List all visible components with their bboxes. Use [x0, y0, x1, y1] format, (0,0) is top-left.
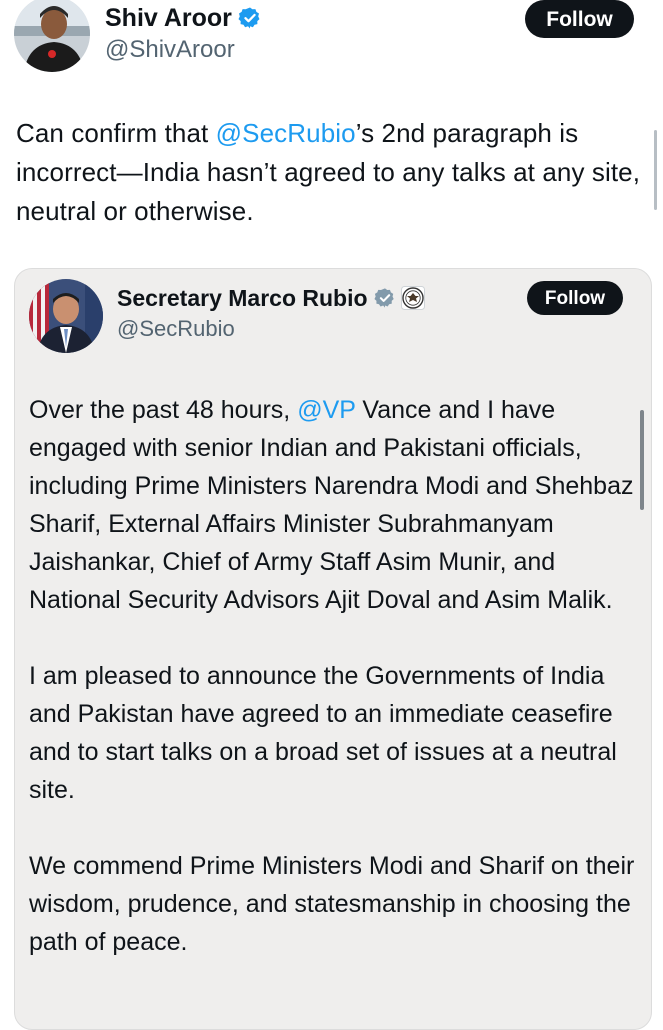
quoted-paragraph-3: We commend Prime Ministers Modi and Shar… [29, 852, 635, 956]
follow-button[interactable]: Follow [525, 0, 634, 38]
p1-start: Over the past 48 hours, [29, 396, 298, 424]
tweet-header: Shiv Aroor @ShivAroor Follow [0, 0, 663, 80]
profile-photo-icon [14, 0, 90, 72]
quoted-tweet-text: Over the past 48 hours, @VP Vance and I … [29, 391, 641, 999]
p1-end: Vance and I have engaged with senior Ind… [29, 396, 634, 614]
quoted-paragraph-1: Over the past 48 hours, @VP Vance and I … [29, 391, 641, 619]
vp-mention-link[interactable]: @VP [297, 396, 355, 424]
avatar[interactable] [14, 0, 90, 72]
scrollbar[interactable] [654, 130, 657, 210]
mention-link[interactable]: @SecRubio [216, 118, 356, 148]
government-badge-icon [373, 288, 394, 308]
author-handle[interactable]: @ShivAroor [105, 35, 235, 65]
quoted-author-name-text: Secretary Marco Rubio [117, 285, 368, 311]
tweet-text-start: Can confirm that [16, 118, 216, 148]
quoted-tweet-card[interactable]: Secretary Marco Rubio @SecRubio Follow O… [14, 268, 652, 1030]
quoted-author-handle[interactable]: @SecRubio [117, 315, 235, 343]
profile-photo-icon [29, 279, 103, 353]
verified-badge-icon [238, 7, 260, 29]
quoted-paragraph-2: I am pleased to announce the Governments… [29, 662, 617, 804]
quoted-follow-button[interactable]: Follow [527, 281, 623, 315]
quoted-author-name[interactable]: Secretary Marco Rubio [117, 284, 425, 312]
tweet-text: Can confirm that @SecRubio’s 2nd paragra… [16, 114, 656, 231]
author-name-text: Shiv Aroor [105, 4, 232, 32]
quoted-scrollbar[interactable] [640, 410, 644, 510]
author-name[interactable]: Shiv Aroor [105, 3, 262, 33]
us-state-department-seal-icon [400, 286, 425, 310]
quoted-avatar[interactable] [29, 279, 103, 353]
